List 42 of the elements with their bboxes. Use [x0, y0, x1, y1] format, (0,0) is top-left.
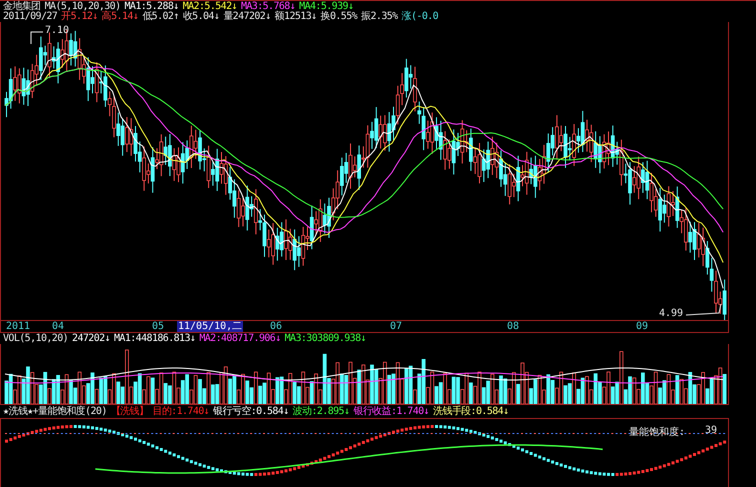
- time-axis-label: 2011: [5, 321, 32, 332]
- volume-value: MA3:303809.938↓: [284, 333, 366, 344]
- ma-value: MA4:5.939↓: [299, 0, 354, 12]
- saturation-value: 39: [705, 425, 718, 436]
- ma-value: MA1:5.288↓: [124, 0, 179, 12]
- quote-value: 收5.04↓: [182, 11, 220, 22]
- quote-date: 2011/09/27: [3, 11, 58, 22]
- stock-name: 金地集团: [3, 0, 41, 12]
- quote-value: 额12513↓: [274, 11, 317, 22]
- quote-value: 振2.35%: [361, 11, 398, 22]
- ma-label: MA(5,10,20,30): [44, 0, 120, 12]
- quote-value: 低5.02↑: [142, 11, 179, 22]
- quote-value: 开5.12↓: [61, 11, 98, 22]
- indicator-value: 银行亏空:0.584↓: [213, 406, 289, 417]
- time-axis-label: 08: [506, 321, 520, 332]
- leader-line: [686, 304, 722, 316]
- volume-value: 247202↓: [72, 333, 110, 344]
- indicator-value: 【洗钱】: [110, 406, 148, 417]
- quote-value: 量247202↓: [223, 11, 271, 22]
- ma-value: MA3:5.768↓: [240, 0, 296, 12]
- leader-line: [30, 32, 44, 44]
- indicator-label: ★洗钱★+量能饱和度(20): [3, 406, 107, 417]
- low-price-label: 4.99: [659, 308, 684, 319]
- time-axis-label: 04: [51, 321, 66, 332]
- time-axis-label: 09: [635, 321, 650, 332]
- time-axis-label: 05: [151, 321, 166, 332]
- saturation-label: 量能饱和度:: [629, 426, 686, 439]
- quote-value: 涨(-0.0: [402, 11, 438, 22]
- ma-value: MA2:5.542↓: [182, 0, 237, 12]
- time-axis-label: 07: [389, 321, 404, 332]
- quote-value: 换0.55%: [320, 11, 358, 22]
- time-axis-label: 11/05/10,二: [177, 321, 244, 332]
- time-axis-label: 06: [269, 321, 284, 332]
- indicator-value: 洗钱手段:0.584↓: [432, 406, 508, 417]
- indicator-value: 银行收益:1.740↓: [353, 406, 429, 417]
- volume-value: MA1:448186.813↓: [114, 333, 196, 344]
- quote-value: 高5.14↓: [102, 11, 138, 22]
- high-price-label: 7.10: [45, 25, 70, 36]
- indicator-value: 目的:1.740↓: [152, 406, 210, 417]
- volume-label: VOL(5,10,20): [3, 333, 68, 344]
- volume-value: MA2:408717.906↓: [199, 333, 281, 344]
- indicator-value: 波动:2.895↓: [292, 406, 350, 417]
